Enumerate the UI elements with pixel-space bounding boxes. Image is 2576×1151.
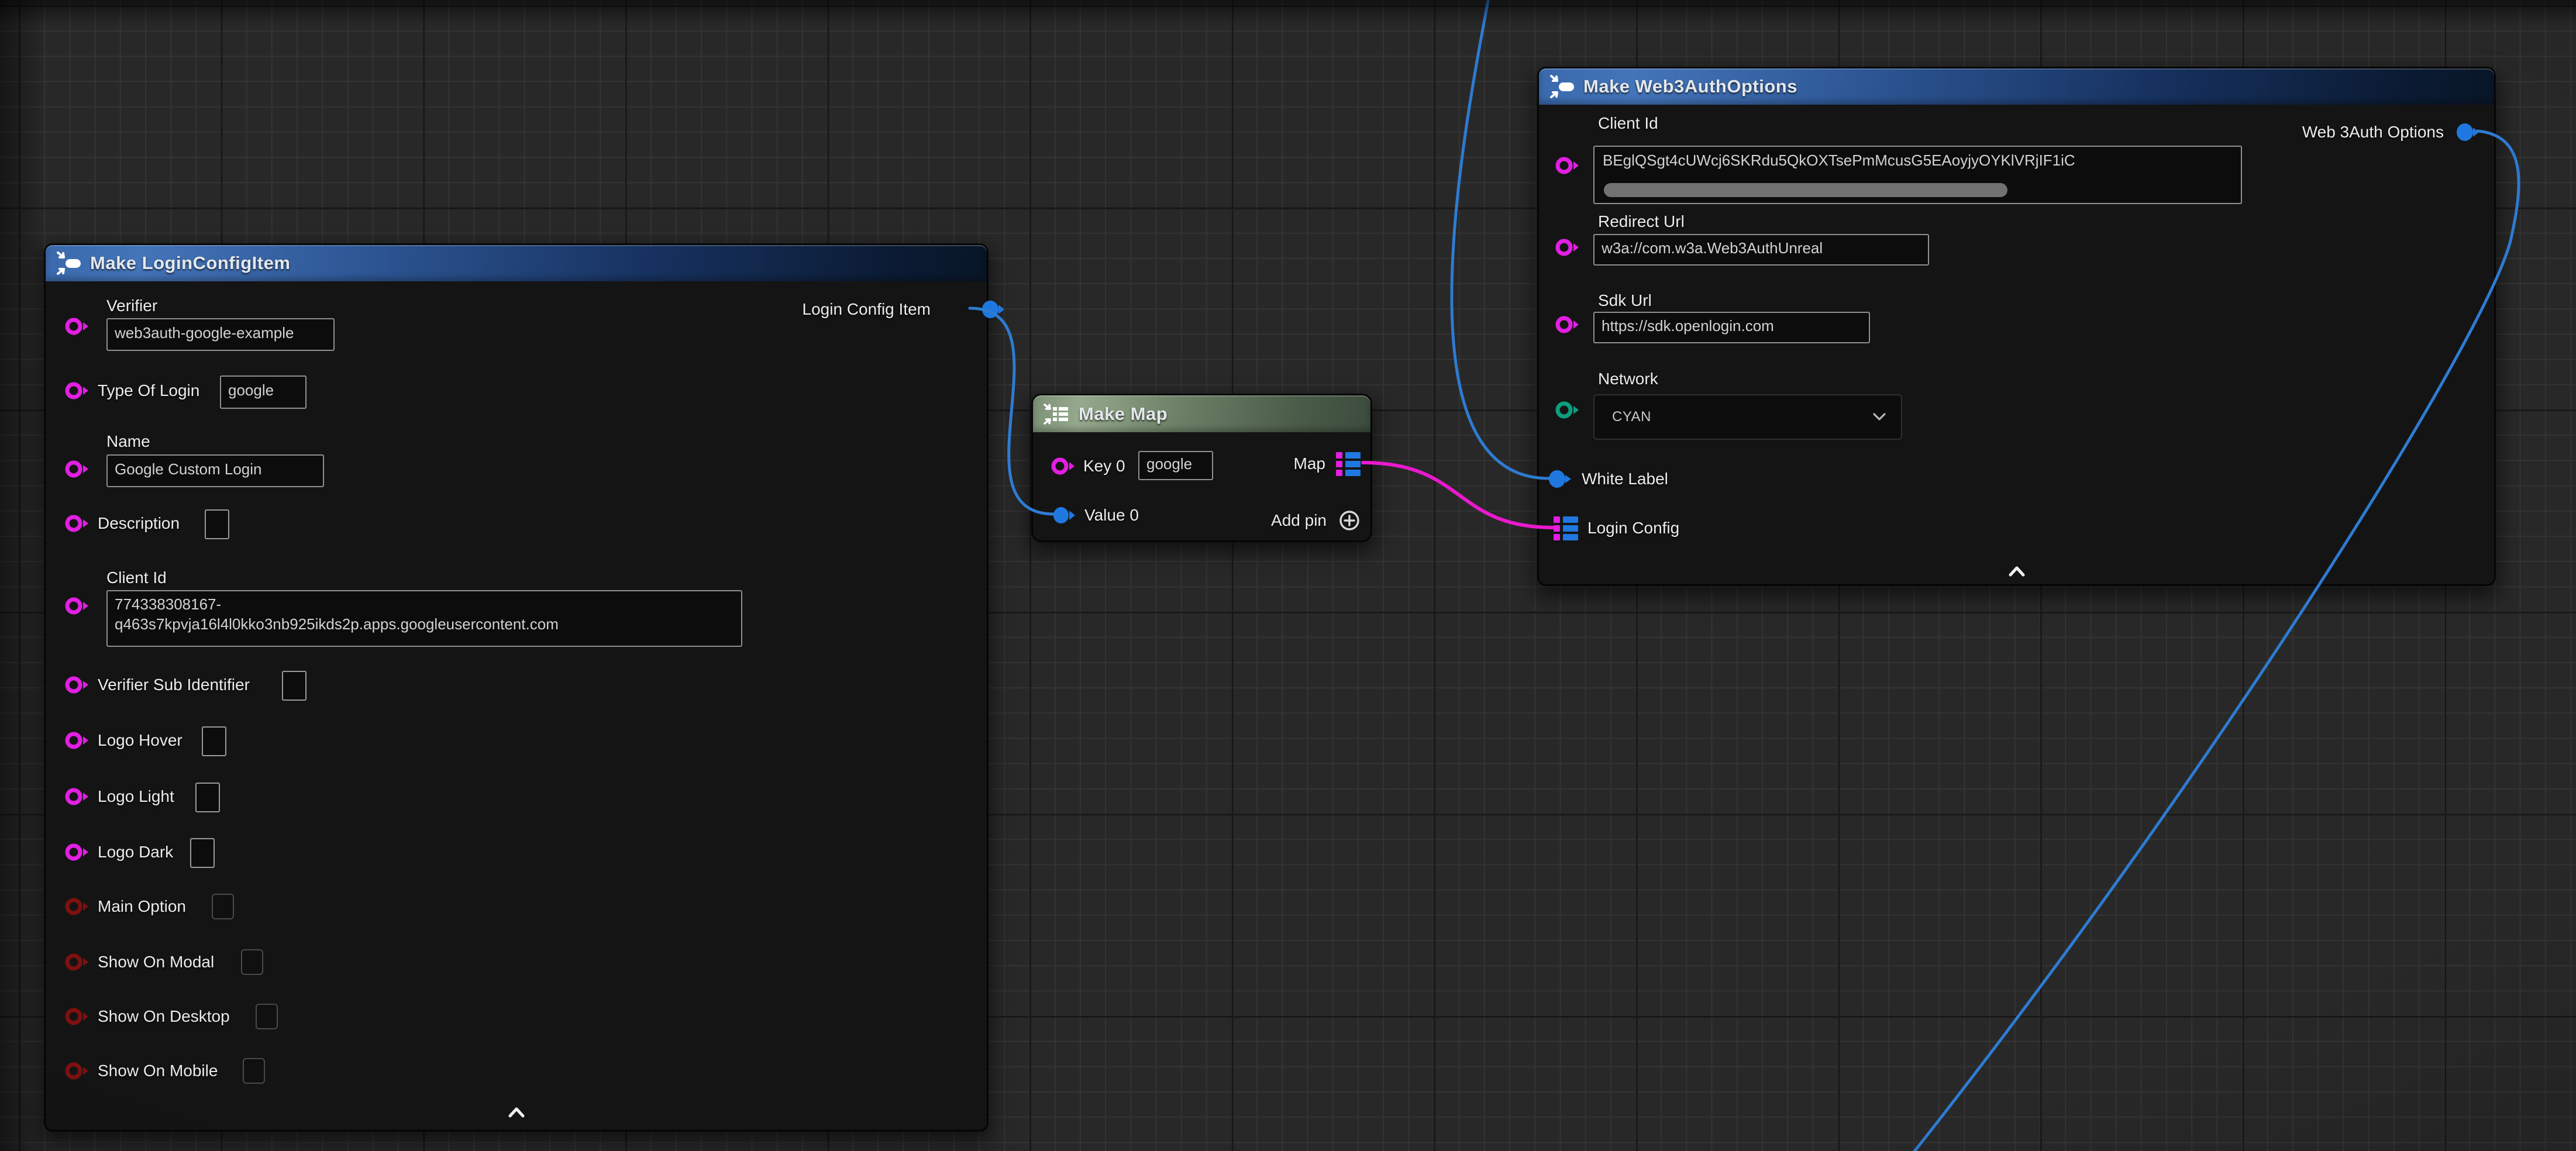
node-make-web3authoptions[interactable]: Make Web3AuthOptions Web 3Auth Options C… [1538,67,2495,585]
string-pin[interactable] [1554,235,1580,260]
client-id-line1: 774338308167- [115,594,734,614]
string-pin[interactable] [64,728,89,753]
node-title: Make Map [1079,404,1168,425]
string-pin[interactable] [1554,312,1580,337]
pin-label: Type Of Login [98,381,199,400]
wire-map-to-loginconfig[interactable] [1363,463,1554,528]
hscrollbar-thumb[interactable] [1604,183,2007,197]
bool-pin[interactable] [64,1004,89,1029]
map-input-pin[interactable] [1553,515,1579,541]
collapse-node-button[interactable] [2003,564,2030,579]
node-make-loginconfigitem[interactable]: Make LoginConfigItem Login Config Item V… [44,244,988,1131]
type-of-login-input[interactable]: google [220,375,306,409]
main-option-checkbox[interactable] [212,894,234,919]
key0-input[interactable]: google [1138,451,1213,480]
output-pin-label: Web 3Auth Options [2302,123,2444,142]
client-id-line2: q463s7kpvja16l4l0kko3nb925ikds2p.apps.go… [115,614,734,634]
string-pin[interactable] [1554,153,1580,178]
logo-dark-input[interactable] [190,838,215,868]
logo-light-input[interactable] [195,783,220,812]
client-id-input[interactable]: 774338308167- q463s7kpvja16l4l0kko3nb925… [106,590,742,647]
chevron-down-icon [1873,413,1886,421]
pin-label: Client Id [1598,114,1658,133]
show-on-desktop-checkbox[interactable] [256,1004,278,1029]
bool-pin[interactable] [64,949,89,975]
pin-label: White Label [1582,470,1668,488]
string-pin[interactable] [64,511,89,536]
map-output-pin[interactable] [1335,451,1361,477]
pin-label: Description [98,514,180,533]
node-title: Make Web3AuthOptions [1583,76,1797,97]
pin-label: Show On Modal [98,953,214,971]
string-pin[interactable] [64,839,89,865]
wire-offscreen-to-whitelabel[interactable] [1452,0,1549,478]
string-pin[interactable] [64,784,89,809]
pin-label: Logo Hover [98,731,182,750]
bool-pin[interactable] [64,894,89,919]
string-pin[interactable] [64,313,89,339]
struct-output-pin[interactable] [2454,119,2480,145]
node-header[interactable]: Make Web3AuthOptions [1539,68,2494,105]
pin-label: Main Option [98,897,186,916]
struct-output-pin[interactable] [980,297,1005,322]
string-pin[interactable] [64,378,89,404]
add-pin-label[interactable]: Add pin [1271,511,1327,530]
struct-input-pin[interactable] [1051,502,1077,528]
show-on-mobile-checkbox[interactable] [243,1058,265,1084]
collapse-node-button[interactable] [503,1105,530,1120]
pin-label: Verifier [106,297,157,315]
pin-label: Sdk Url [1598,291,1652,310]
redirect-url-input[interactable]: w3a://com.w3a.Web3AuthUnreal [1593,234,1929,266]
show-on-modal-checkbox[interactable] [241,949,263,975]
node-header[interactable]: Make LoginConfigItem [46,245,987,281]
struct-input-pin[interactable] [1546,466,1572,492]
pin-label: Logo Light [98,787,174,806]
bool-pin[interactable] [64,1058,89,1084]
pin-label: Login Config [1587,519,1679,537]
network-dropdown[interactable]: CYAN [1593,394,1902,440]
node-make-map[interactable]: Make Map Key 0 google Map Value 0 Add pi… [1032,394,1372,542]
name-input[interactable]: Google Custom Login [106,454,324,487]
node-title: Make LoginConfigItem [90,253,290,274]
output-pin-label: Login Config Item [803,300,931,319]
sdk-url-input[interactable]: https://sdk.openlogin.com [1593,312,1870,343]
string-pin[interactable] [1050,453,1076,479]
make-map-icon [1042,400,1070,428]
verifier-sub-identifier-input[interactable] [282,671,306,701]
pin-label: Name [106,432,150,451]
string-pin[interactable] [64,456,89,482]
add-pin-icon[interactable] [1338,509,1361,532]
logo-hover-input[interactable] [202,726,226,756]
pin-label: Redirect Url [1598,212,1685,231]
network-dropdown-value: CYAN [1612,409,1651,425]
blueprint-graph-canvas[interactable]: Make LoginConfigItem Login Config Item V… [0,0,2576,1151]
string-pin[interactable] [64,672,89,698]
pin-label: Logo Dark [98,843,173,861]
make-struct-icon [1548,73,1575,100]
pin-label: Value 0 [1084,506,1139,525]
pin-label: Network [1598,370,1658,388]
pin-label: Key 0 [1083,457,1125,475]
pin-label: Verifier Sub Identifier [98,676,250,694]
node-header[interactable]: Make Map [1033,395,1370,432]
make-struct-icon [55,250,82,277]
pin-label: Show On Desktop [98,1007,230,1026]
pin-label: Show On Mobile [98,1062,218,1080]
enum-pin[interactable] [1554,397,1580,423]
verifier-input[interactable]: web3auth-google-example [106,318,335,351]
pin-label: Client Id [106,568,167,587]
client-id-text: BEglQSgt4cUWcj6SKRdu5QkOXTsePmMcusG5EAoy… [1603,151,2075,169]
output-pin-label: Map [1294,454,1325,473]
client-id-input[interactable]: BEglQSgt4cUWcj6SKRdu5QkOXTsePmMcusG5EAoy… [1593,146,2242,204]
description-input[interactable] [205,509,229,539]
string-pin[interactable] [64,593,89,619]
